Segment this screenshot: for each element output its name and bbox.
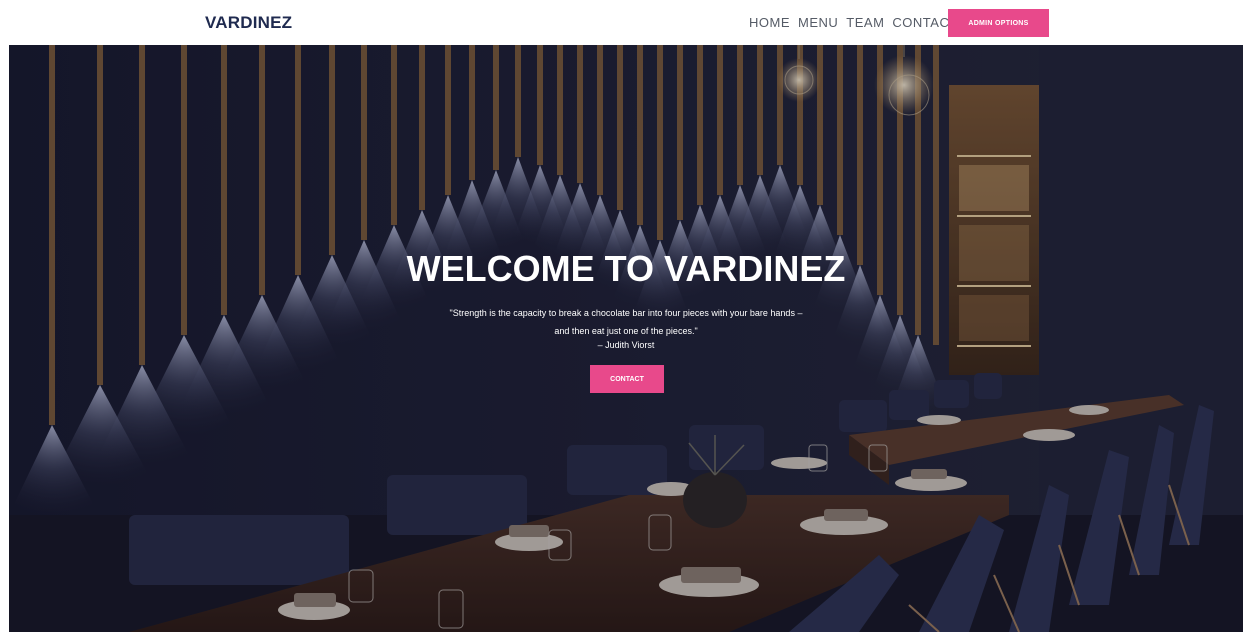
- hero-title: WELCOME TO VARDINEZ: [406, 248, 846, 289]
- nav-link-home[interactable]: HOME: [749, 15, 790, 30]
- nav-links: HOME MENU TEAM CONTACT: [749, 15, 966, 30]
- brand-logo[interactable]: VARDINEZ: [205, 13, 292, 33]
- nav-link-team[interactable]: TEAM: [846, 15, 884, 30]
- hero-quote: "Strength is the capacity to break a cho…: [449, 308, 803, 336]
- admin-options-button[interactable]: ADMIN OPTIONS: [948, 9, 1049, 37]
- hero-section: WELCOME TO VARDINEZ "Strength is the cap…: [9, 45, 1243, 632]
- hero-contact-button[interactable]: CONTACT: [590, 365, 664, 393]
- nav-link-menu[interactable]: MENU: [798, 15, 838, 30]
- top-navbar: VARDINEZ HOME MENU TEAM CONTACT ADMIN OP…: [0, 0, 1243, 45]
- hero-quote-author: – Judith Viorst: [597, 340, 655, 350]
